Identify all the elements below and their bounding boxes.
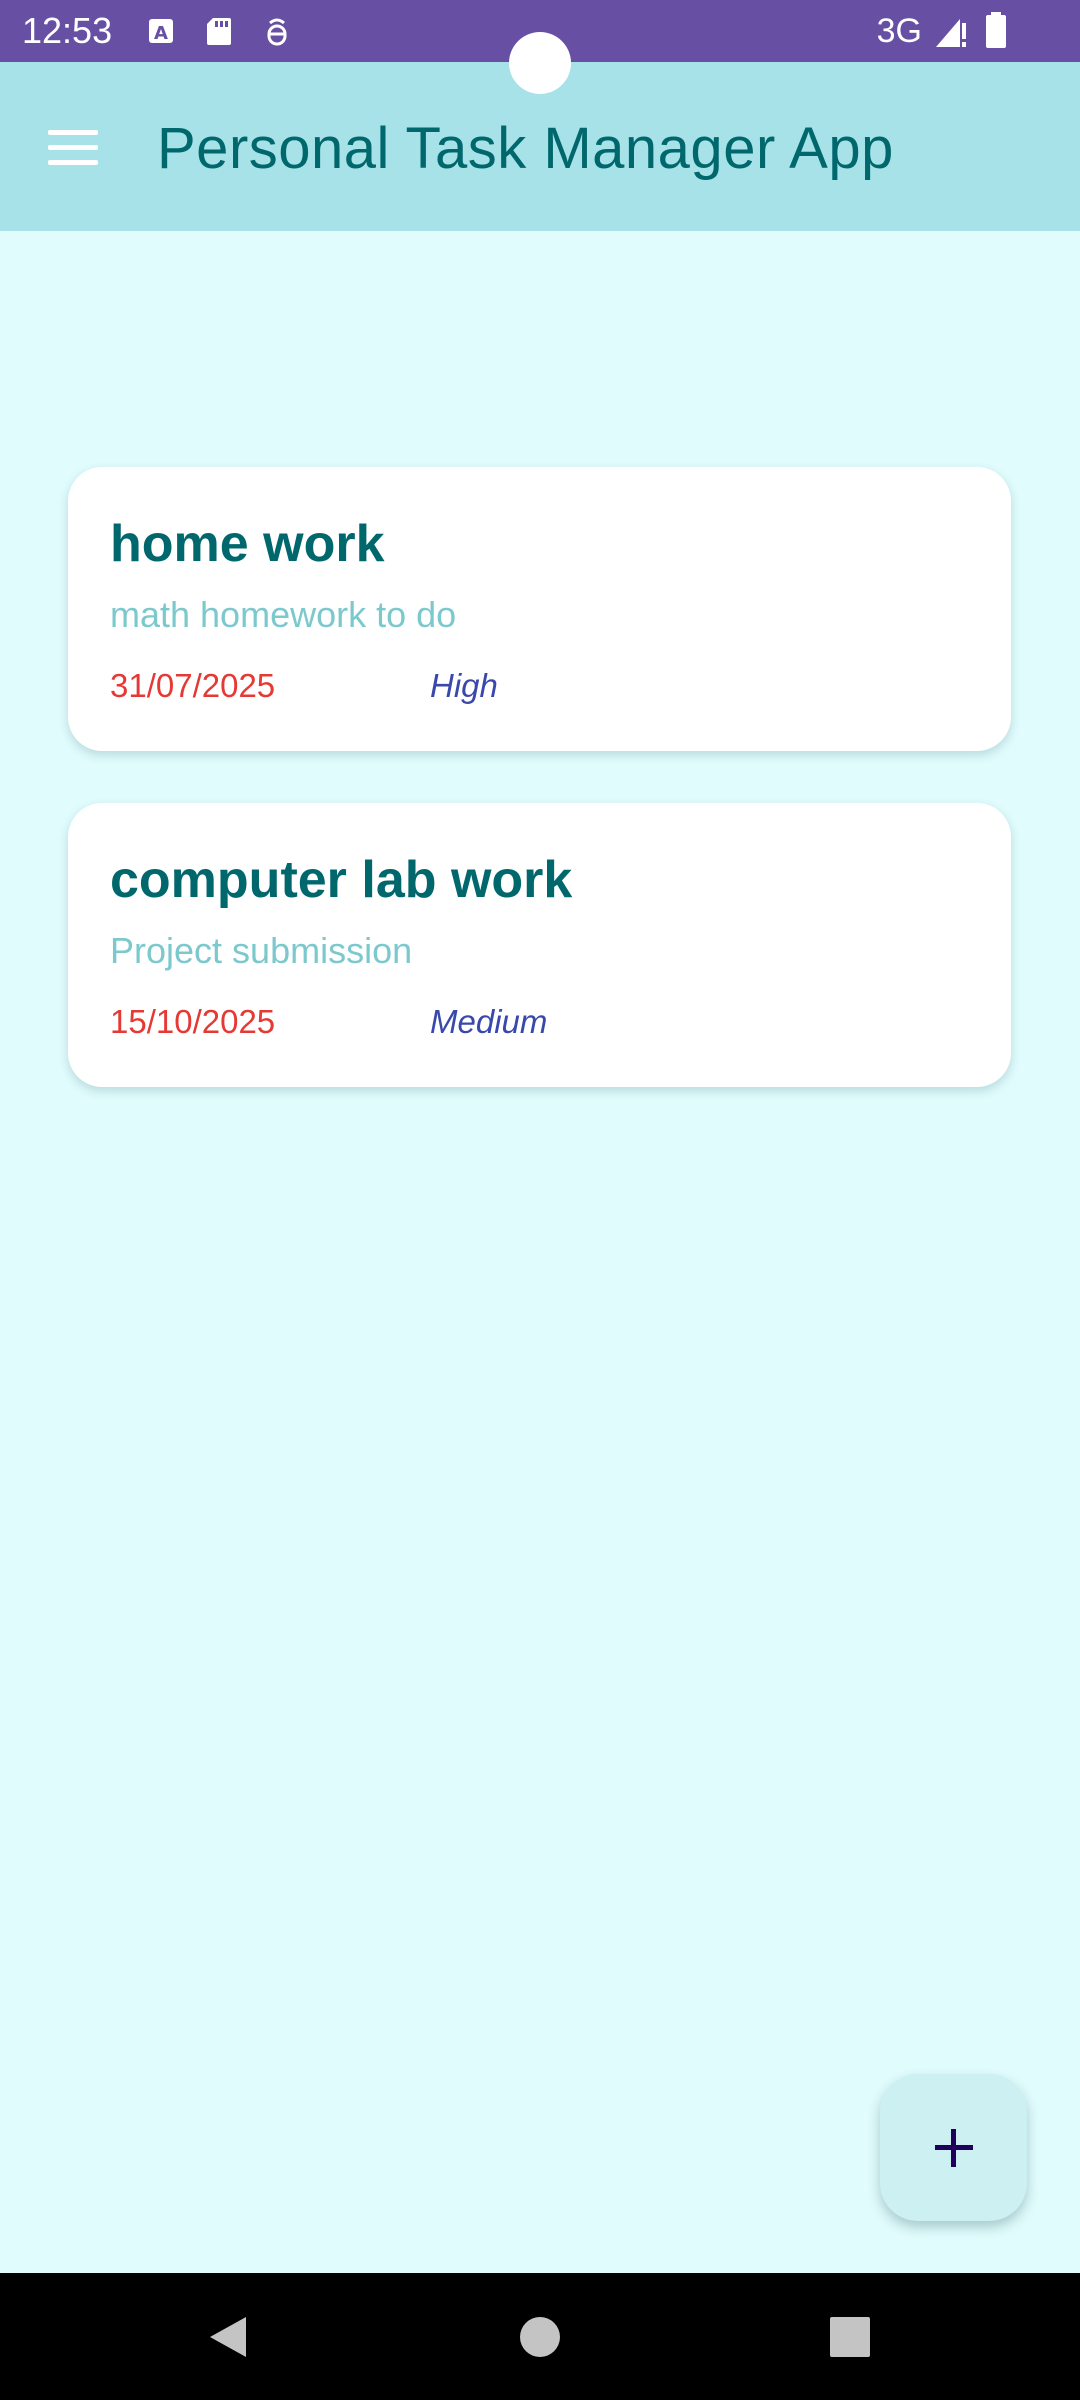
home-icon[interactable] <box>506 2303 574 2371</box>
back-icon[interactable] <box>192 2303 260 2371</box>
battery-icon <box>984 11 1008 49</box>
signal-icon <box>934 13 968 49</box>
task-card[interactable]: home work math homework to do 31/07/2025… <box>68 467 1011 751</box>
status-time: 12:53 <box>22 10 113 51</box>
task-priority: High <box>430 667 498 704</box>
task-due-date: 31/07/2025 <box>110 667 276 704</box>
task-title: computer lab work <box>110 851 573 909</box>
camera-cutout <box>509 32 571 94</box>
task-description: Project submission <box>110 930 413 971</box>
sd-card-icon <box>204 15 234 47</box>
add-task-button[interactable] <box>880 2074 1027 2221</box>
screen: 12:53 A 3G Personal Task Manager App hom… <box>0 0 1080 2400</box>
menu-icon[interactable] <box>32 114 114 180</box>
task-due-date: 15/10/2025 <box>110 1003 276 1040</box>
navigation-bar <box>0 2273 1080 2400</box>
recents-icon[interactable] <box>816 2303 884 2371</box>
keyboard-a-icon: A <box>146 15 176 47</box>
task-description: math homework to do <box>110 594 457 635</box>
svg-text:A: A <box>154 23 168 44</box>
task-card[interactable]: computer lab work Project submission 15/… <box>68 803 1011 1087</box>
task-title: home work <box>110 515 385 573</box>
app-title: Personal Task Manager App <box>157 116 894 181</box>
task-priority: Medium <box>430 1003 548 1040</box>
debug-icon <box>262 15 292 47</box>
network-type: 3G <box>876 12 922 50</box>
